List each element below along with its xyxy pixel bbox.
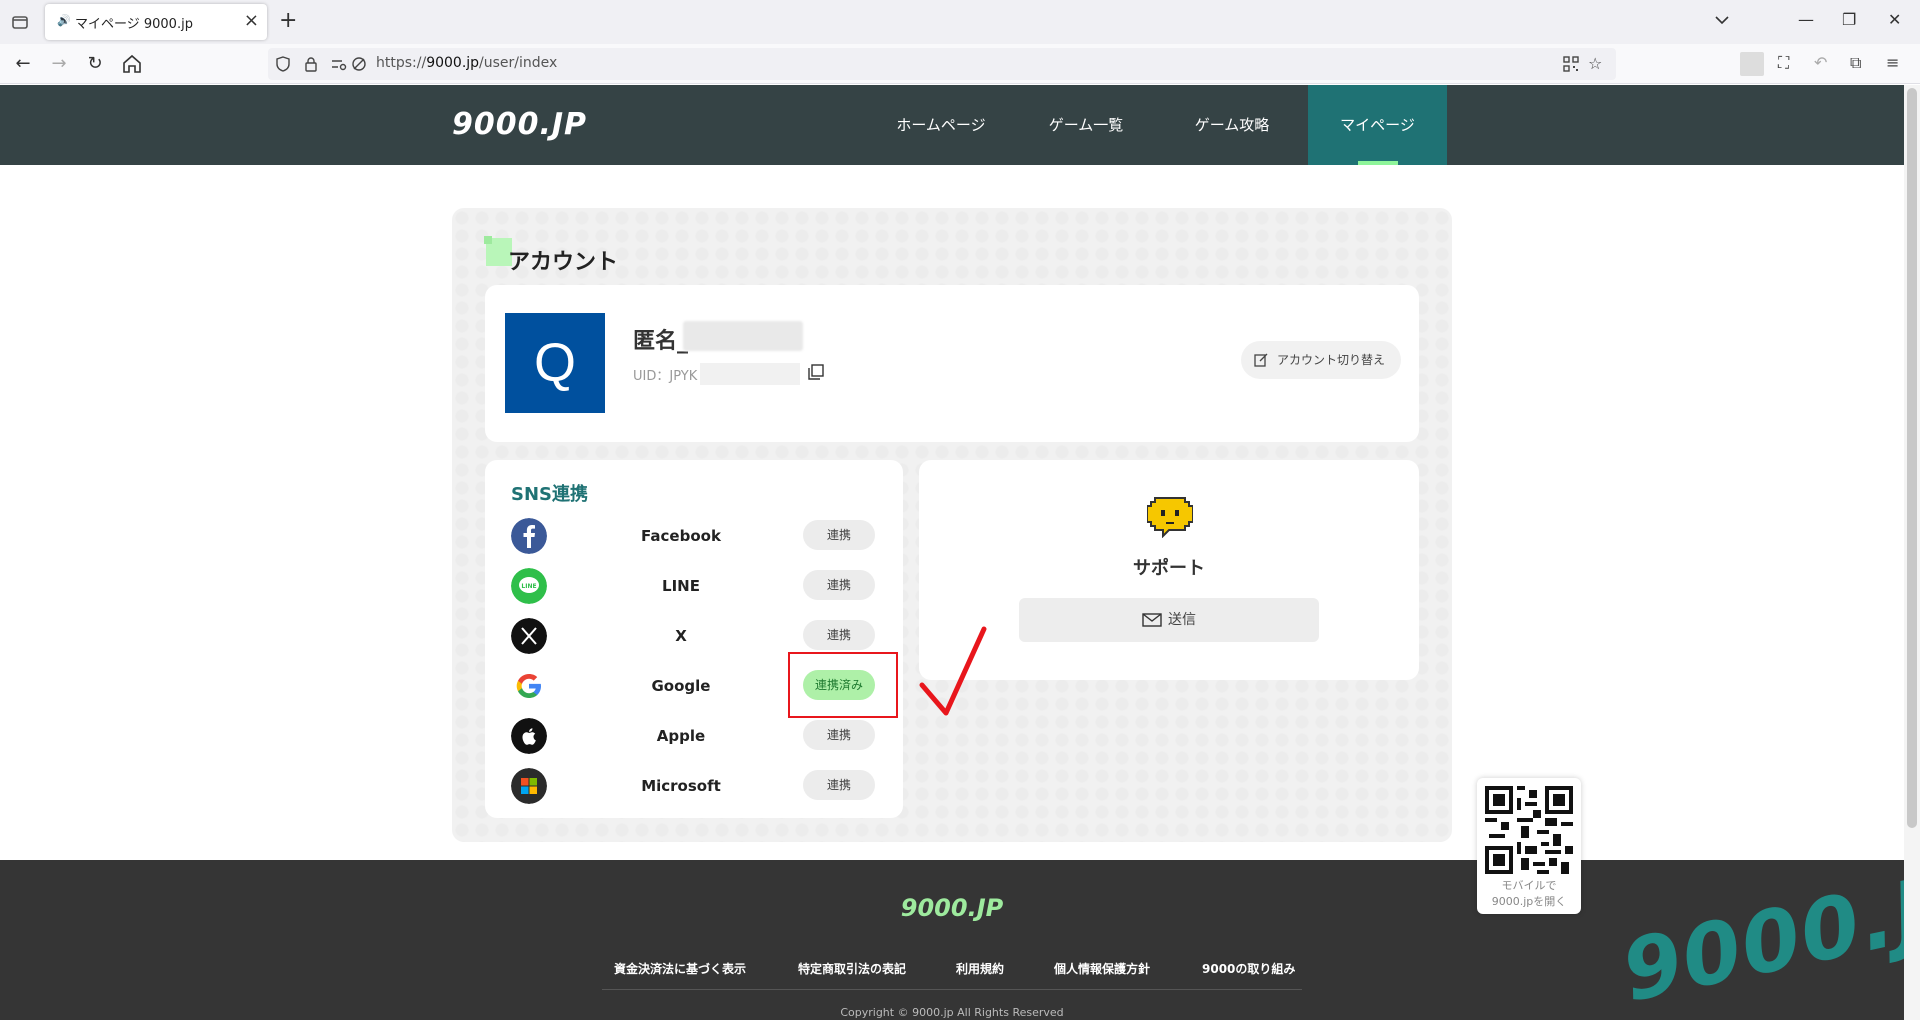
sns-name: X	[675, 627, 687, 645]
qr-code-widget[interactable]: モバイルで 9000.jpを開く	[1477, 778, 1581, 914]
bookmark-star-icon[interactable]: ☆	[1588, 55, 1606, 73]
forward-icon[interactable]: →	[47, 52, 71, 76]
footer-logo[interactable]: 9000.JP	[0, 894, 1904, 922]
browser-nav-bar: ← → ↻ https://9000.jp/user/index ☆ ⛶ ↶ ⧉…	[0, 44, 1920, 84]
qr-caption-line1: モバイルで	[1501, 879, 1557, 892]
sns-row-x: X 連携	[511, 618, 881, 654]
link-x-button[interactable]: 連携	[803, 620, 875, 650]
lock-icon[interactable]	[302, 55, 320, 73]
account-card: Q 匿名_ UID：JPYK アカウント切り替え	[485, 285, 1419, 442]
extensions-puzzle-icon[interactable]: ⧉	[1850, 53, 1870, 73]
svg-text:LINE: LINE	[521, 583, 536, 590]
x-icon	[511, 618, 547, 654]
apple-icon	[511, 718, 547, 754]
nav-home[interactable]: ホームページ	[880, 85, 1002, 165]
support-label: サポート	[1133, 558, 1205, 579]
back-icon[interactable]: ←	[11, 52, 35, 76]
qr-code-image	[1485, 786, 1573, 874]
sns-name: Facebook	[641, 527, 721, 545]
footer-links: 資金決済法に基づく表示 特定商取引法の表記 利用規約 個人情報保護方針 9000…	[602, 960, 1302, 990]
link-facebook-button[interactable]: 連携	[803, 520, 875, 550]
main-panel: アカウント Q 匿名_ UID：JPYK アカウント切り替え SNS連携 Fac…	[452, 208, 1452, 842]
google-icon	[511, 668, 547, 704]
tab-overflow-chevron-icon[interactable]	[1712, 10, 1732, 30]
speaker-icon[interactable]: 🔊	[57, 14, 71, 27]
line-icon: LINE	[511, 568, 547, 604]
sns-row-apple: Apple 連携	[511, 718, 881, 754]
close-tab-icon[interactable]: ×	[244, 10, 259, 31]
annotation-check-mark	[919, 626, 987, 716]
annotation-highlight-box	[788, 652, 898, 718]
site-logo[interactable]: 9000.JP	[452, 107, 587, 142]
mail-icon	[1142, 613, 1162, 627]
qr-code-icon[interactable]	[1562, 55, 1580, 73]
browser-tab-bar: 🔊 マイページ 9000.jp × + — ❐ ✕	[0, 0, 1920, 44]
undo-icon[interactable]: ↶	[1814, 53, 1834, 73]
switch-account-button[interactable]: アカウント切り替え	[1241, 341, 1401, 379]
screenshot-crop-icon[interactable]: ⛶	[1778, 53, 1798, 73]
permissions-icon[interactable]	[330, 55, 348, 73]
sns-card: SNS連携 Facebook 連携 LINE LINE 連携 X 連携 Goog…	[485, 460, 903, 818]
footer-link-initiatives[interactable]: 9000の取り組み	[1202, 960, 1295, 977]
send-button[interactable]: 送信	[1019, 598, 1319, 642]
redacted-name	[683, 321, 803, 351]
sns-title: SNS連携	[511, 484, 588, 505]
nav-game-list[interactable]: ゲーム一覧	[1026, 85, 1146, 165]
support-card: サポート 送信	[919, 460, 1419, 680]
shield-icon[interactable]	[274, 55, 292, 73]
footer-link-commerce-act[interactable]: 特定商取引法の表記	[798, 960, 906, 977]
footer-link-payment-act[interactable]: 資金決済法に基づく表示	[614, 960, 746, 977]
qr-caption-line2: 9000.jpを開く	[1491, 895, 1567, 908]
facebook-icon	[511, 518, 547, 554]
nav-my-page[interactable]: マイページ	[1308, 85, 1447, 165]
sns-row-microsoft: Microsoft 連携	[511, 768, 881, 804]
edit-icon	[1254, 353, 1268, 367]
extension-icon[interactable]	[1740, 52, 1764, 76]
sns-name: Google	[651, 677, 711, 695]
link-line-button[interactable]: 連携	[803, 570, 875, 600]
site-header: 9000.JP ホームページ ゲーム一覧 ゲーム攻略 マイページ	[0, 85, 1904, 165]
copyright: Copyright © 9000.jp All Rights Reserved	[840, 1006, 1064, 1019]
minimize-icon[interactable]: —	[1798, 10, 1814, 29]
redacted-uid	[700, 363, 800, 385]
send-label: 送信	[1168, 612, 1196, 628]
reload-icon[interactable]: ↻	[83, 52, 107, 76]
sns-name: Microsoft	[641, 777, 721, 795]
switch-account-label: アカウント切り替え	[1277, 353, 1386, 367]
sns-row-line: LINE LINE 連携	[511, 568, 881, 604]
tab-title: マイページ 9000.jp	[75, 17, 193, 32]
url-text[interactable]: https://9000.jp/user/index	[376, 55, 557, 71]
title-decoration-dot	[484, 236, 492, 244]
tab-list-icon[interactable]	[8, 10, 32, 34]
qr-caption: モバイルで 9000.jpを開く	[1477, 878, 1581, 910]
avatar: Q	[505, 313, 605, 413]
microsoft-icon	[511, 768, 547, 804]
support-chat-icon	[1147, 497, 1193, 538]
browser-tab[interactable]: 🔊 マイページ 9000.jp ×	[45, 4, 267, 40]
user-uid: UID：JPYK	[633, 369, 698, 384]
sns-row-facebook: Facebook 連携	[511, 518, 881, 554]
footer-link-terms[interactable]: 利用規約	[956, 960, 1004, 977]
menu-hamburger-icon[interactable]: ≡	[1886, 53, 1906, 73]
restore-icon[interactable]: ❐	[1842, 10, 1856, 29]
scrollbar-thumb[interactable]	[1907, 88, 1917, 828]
sns-name: Apple	[656, 727, 706, 745]
tracking-protection-icon[interactable]	[350, 55, 368, 73]
user-name: 匿名_	[633, 329, 689, 354]
link-apple-button[interactable]: 連携	[803, 720, 875, 750]
account-section-title: アカウント	[508, 250, 619, 275]
close-window-icon[interactable]: ✕	[1888, 10, 1901, 29]
nav-game-guide[interactable]: ゲーム攻略	[1172, 85, 1292, 165]
link-microsoft-button[interactable]: 連携	[803, 770, 875, 800]
sns-name: LINE	[662, 577, 700, 595]
address-bar[interactable]: https://9000.jp/user/index ☆	[268, 48, 1616, 80]
footer-link-privacy[interactable]: 個人情報保護方針	[1054, 960, 1150, 977]
copy-icon[interactable]	[807, 363, 825, 381]
new-tab-icon[interactable]: +	[279, 8, 297, 33]
home-icon[interactable]	[120, 52, 144, 76]
